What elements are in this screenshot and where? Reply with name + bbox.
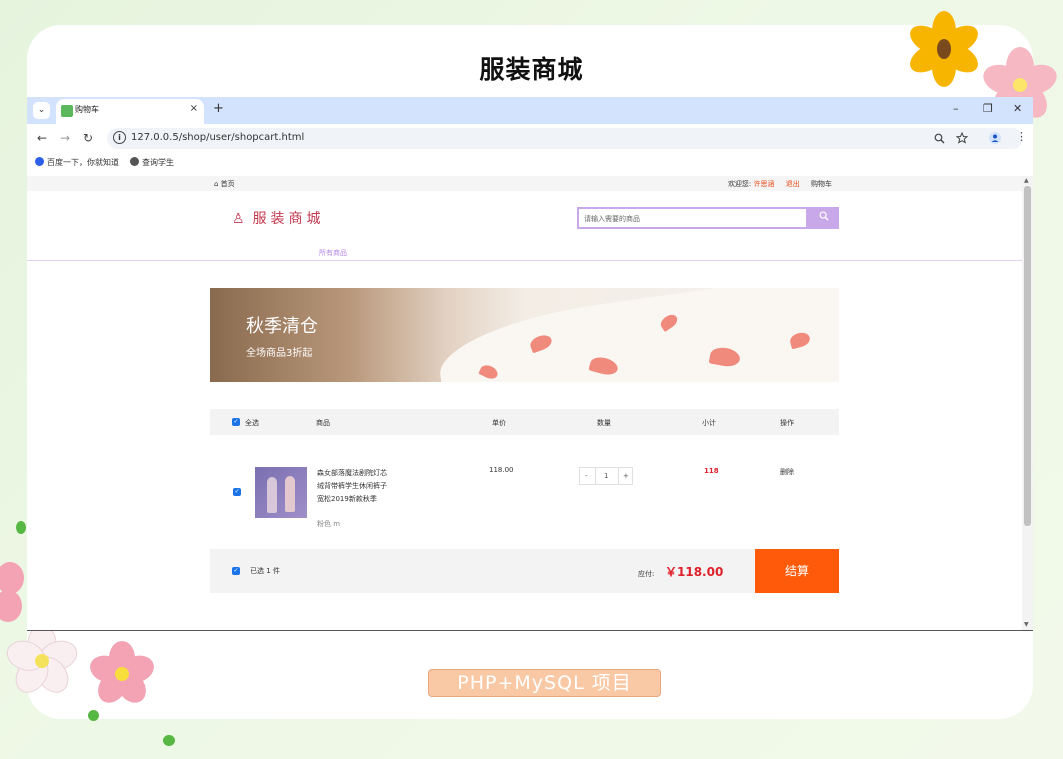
tab-title: 购物车 (75, 105, 99, 114)
quantity-input[interactable]: 1 (604, 472, 608, 480)
delete-button[interactable]: 删除 (780, 467, 794, 477)
payable-label: 应付: (638, 570, 655, 578)
project-badge: PHP+MySQL 项目 (428, 669, 661, 697)
item-subtotal: 118 (704, 467, 719, 475)
back-button[interactable]: ← (37, 131, 47, 145)
cart-link[interactable]: 购物车 (811, 180, 832, 188)
selected-count: 已选 1 件 (250, 567, 280, 575)
header-action: 操作 (780, 419, 794, 427)
home-link[interactable]: ⌂ 首页 (214, 179, 235, 189)
site-logo[interactable]: ♙ 服装商城 (232, 208, 325, 228)
zoom-icon[interactable] (934, 133, 945, 144)
close-window-button[interactable]: ✕ (1013, 102, 1022, 115)
increment-button[interactable]: + (623, 472, 629, 480)
product-image[interactable] (255, 467, 307, 518)
header-product: 商品 (316, 419, 330, 427)
promo-banner[interactable]: 秋季清仓 全场商品3折起 (210, 288, 839, 382)
search-input[interactable]: 请输入需要的商品 (577, 207, 808, 229)
banner-title: 秋季清仓 (246, 316, 318, 337)
username-link[interactable]: 许思涵 (754, 180, 775, 188)
checkout-button[interactable]: 结算 (755, 549, 839, 593)
cart-table-header: ✓ 全选 商品 单价 数量 小计 操作 (210, 409, 839, 435)
dress-icon: ♙ (232, 211, 249, 227)
restore-button[interactable]: ❐ (983, 102, 993, 115)
address-bar: ← → ↻ i 127.0.0.5/shop/user/shopcart.htm… (27, 124, 1033, 152)
header-unit-price: 单价 (492, 419, 506, 427)
minimize-button[interactable]: – (953, 102, 959, 115)
page-scrollbar[interactable]: ▲ ▼ (1022, 176, 1033, 630)
tab-shopcart[interactable]: 购物车 × (56, 99, 204, 124)
cart-footer: ✓ 已选 1 件 应付: ￥118.00 结算 (210, 549, 839, 593)
reload-button[interactable]: ↻ (83, 131, 93, 145)
select-all-checkbox[interactable]: ✓ (232, 418, 240, 426)
bookmark-query-student[interactable]: 查询学生 (130, 157, 174, 168)
white-flower-icon (6, 625, 78, 693)
welcome-text: 欢迎您: (727, 180, 752, 188)
topbar-user-area: 欢迎您: 许思涵 退出 购物车 (728, 179, 832, 189)
search-button[interactable] (808, 207, 839, 229)
pink-flower-small-icon (90, 641, 154, 703)
search-placeholder: 请输入需要的商品 (584, 215, 640, 223)
bookmark-baidu[interactable]: 百度一下，你就知道 (35, 157, 119, 168)
quantity-stepper: - 1 + (579, 467, 633, 485)
bookmark-star-icon[interactable] (956, 132, 968, 144)
search-icon (819, 211, 829, 221)
header-subtotal: 小计 (702, 419, 716, 427)
profile-icon[interactable] (989, 132, 1001, 144)
logout-link[interactable]: 退出 (786, 180, 800, 188)
total-amount: ￥118.00 (665, 565, 724, 579)
unit-price: 118.00 (489, 466, 514, 474)
url-field[interactable]: i 127.0.0.5/shop/user/shopcart.html (107, 128, 1023, 149)
site-info-icon[interactable]: i (113, 131, 126, 144)
pink-flower-edge-icon (0, 562, 24, 622)
tab-close-icon[interactable]: × (190, 103, 198, 114)
green-dot-icon (163, 735, 175, 746)
header-select-all: 全选 (245, 419, 259, 427)
decrement-button[interactable]: - (585, 472, 588, 480)
footer-select-all-checkbox[interactable]: ✓ (232, 567, 240, 575)
scroll-down-icon[interactable]: ▼ (1024, 621, 1029, 628)
forward-button[interactable]: → (60, 131, 70, 145)
nav-all-products[interactable]: 所有商品 (319, 248, 347, 258)
site-topbar: ⌂ 首页 欢迎您: 许思涵 退出 购物车 (27, 176, 1022, 191)
product-spec: 粉色 m (317, 520, 341, 528)
browser-window: ⌄ 购物车 × + – ❐ ✕ ← → ↻ i 127.0.0.5/shop/u… (27, 97, 1033, 631)
scroll-thumb[interactable] (1024, 186, 1031, 526)
product-name[interactable]: 森女部落魔法剧院灯芯绒背带裤学生休闲裤子宽松2019新款秋季 (317, 467, 389, 506)
tab-search-button[interactable]: ⌄ (33, 102, 50, 119)
item-checkbox[interactable]: ✓ (233, 488, 241, 496)
tab-bar: ⌄ 购物车 × + – ❐ ✕ (27, 97, 1033, 124)
green-dot-icon (16, 521, 26, 534)
banner-subtitle: 全场商品3折起 (246, 348, 313, 359)
url-text: 127.0.0.5/shop/user/shopcart.html (131, 132, 305, 143)
bookmarks-bar: 百度一下，你就知道 查询学生 (27, 152, 1033, 174)
yellow-flower-icon (910, 11, 978, 87)
header-quantity: 数量 (597, 419, 611, 427)
menu-dots-icon[interactable]: ⋮ (1016, 130, 1027, 143)
new-tab-button[interactable]: + (213, 101, 224, 116)
green-dot-icon (88, 710, 99, 721)
globe-icon (130, 157, 139, 166)
table-row: ✓ 森女部落魔法剧院灯芯绒背带裤学生休闲裤子宽松2019新款秋季 粉色 m 11… (210, 435, 839, 549)
page-title: 服装商城 (479, 55, 584, 84)
scroll-up-icon[interactable]: ▲ (1024, 177, 1029, 184)
baidu-paw-icon (35, 157, 44, 166)
favicon-icon (61, 105, 73, 117)
nav-divider (27, 260, 1022, 261)
page-viewport: ⌂ 首页 欢迎您: 许思涵 退出 购物车 ♙ 服装商城 请输入需要的商品 所有商品 (27, 176, 1022, 630)
